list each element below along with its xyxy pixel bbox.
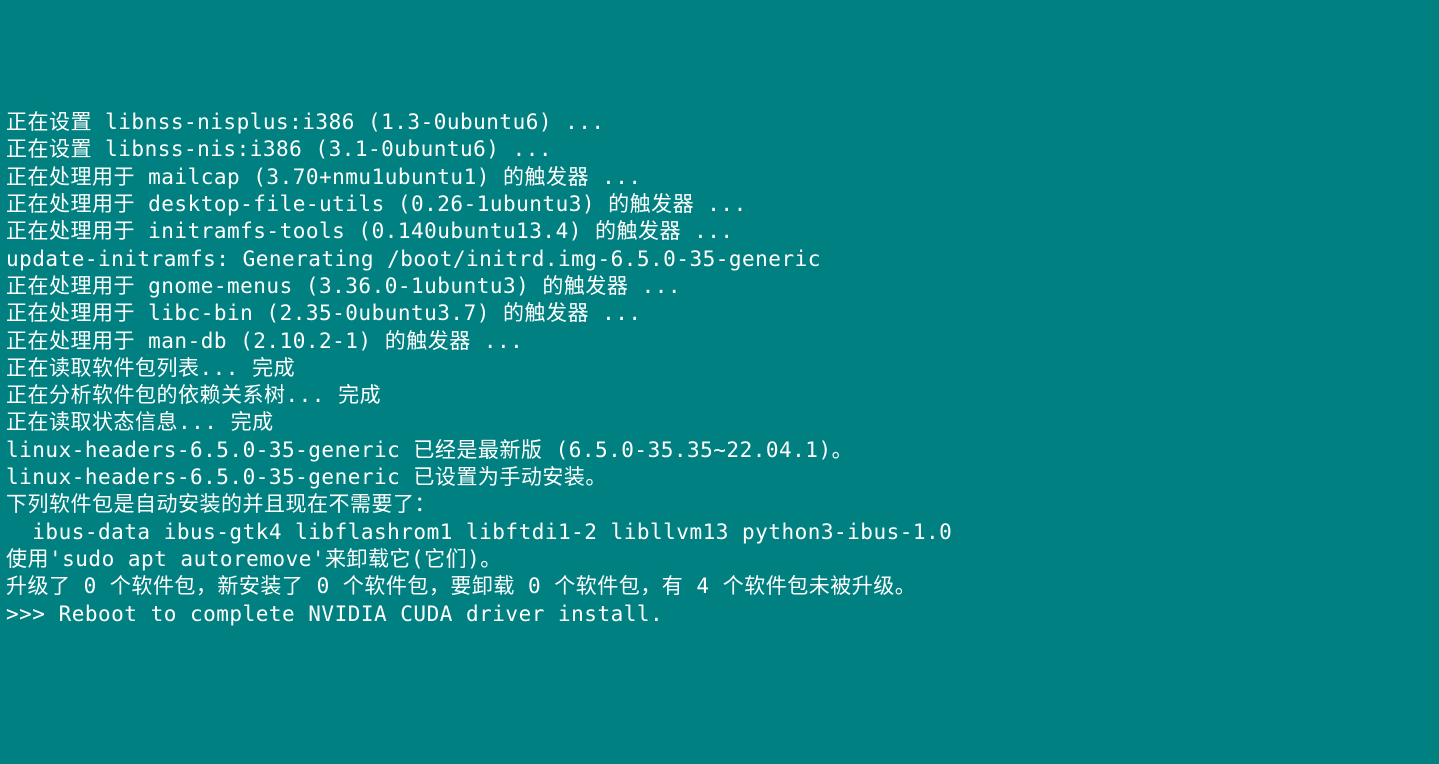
terminal-line: 正在处理用于 gnome-menus (3.36.0-1ubuntu3) 的触发…	[6, 273, 1433, 300]
terminal-line: 正在读取状态信息... 完成	[6, 409, 1433, 436]
terminal-line: 正在处理用于 libc-bin (2.35-0ubuntu3.7) 的触发器 .…	[6, 300, 1433, 327]
terminal-line: 正在读取软件包列表... 完成	[6, 355, 1433, 382]
terminal-line: 正在处理用于 initramfs-tools (0.140ubuntu13.4)…	[6, 218, 1433, 245]
terminal-line: >>> Reboot to complete NVIDIA CUDA drive…	[6, 601, 1433, 628]
terminal-line: linux-headers-6.5.0-35-generic 已设置为手动安装。	[6, 464, 1433, 491]
terminal-line: 下列软件包是自动安装的并且现在不需要了：	[6, 491, 1433, 518]
terminal-line: 使用'sudo apt autoremove'来卸载它(它们)。	[6, 546, 1433, 573]
terminal-line: 正在分析软件包的依赖关系树... 完成	[6, 382, 1433, 409]
terminal-line: 正在设置 libnss-nis:i386 (3.1-0ubuntu6) ...	[6, 136, 1433, 163]
terminal-line: 升级了 0 个软件包，新安装了 0 个软件包，要卸载 0 个软件包，有 4 个软…	[6, 573, 1433, 600]
terminal-line: update-initramfs: Generating /boot/initr…	[6, 246, 1433, 273]
terminal-output[interactable]: 正在设置 libnss-nisplus:i386 (1.3-0ubuntu6) …	[6, 109, 1433, 628]
terminal-line: 正在处理用于 mailcap (3.70+nmu1ubuntu1) 的触发器 .…	[6, 164, 1433, 191]
terminal-line: linux-headers-6.5.0-35-generic 已经是最新版 (6…	[6, 437, 1433, 464]
terminal-line: 正在处理用于 desktop-file-utils (0.26-1ubuntu3…	[6, 191, 1433, 218]
terminal-line: 正在处理用于 man-db (2.10.2-1) 的触发器 ...	[6, 328, 1433, 355]
terminal-line: 正在设置 libnss-nisplus:i386 (1.3-0ubuntu6) …	[6, 109, 1433, 136]
